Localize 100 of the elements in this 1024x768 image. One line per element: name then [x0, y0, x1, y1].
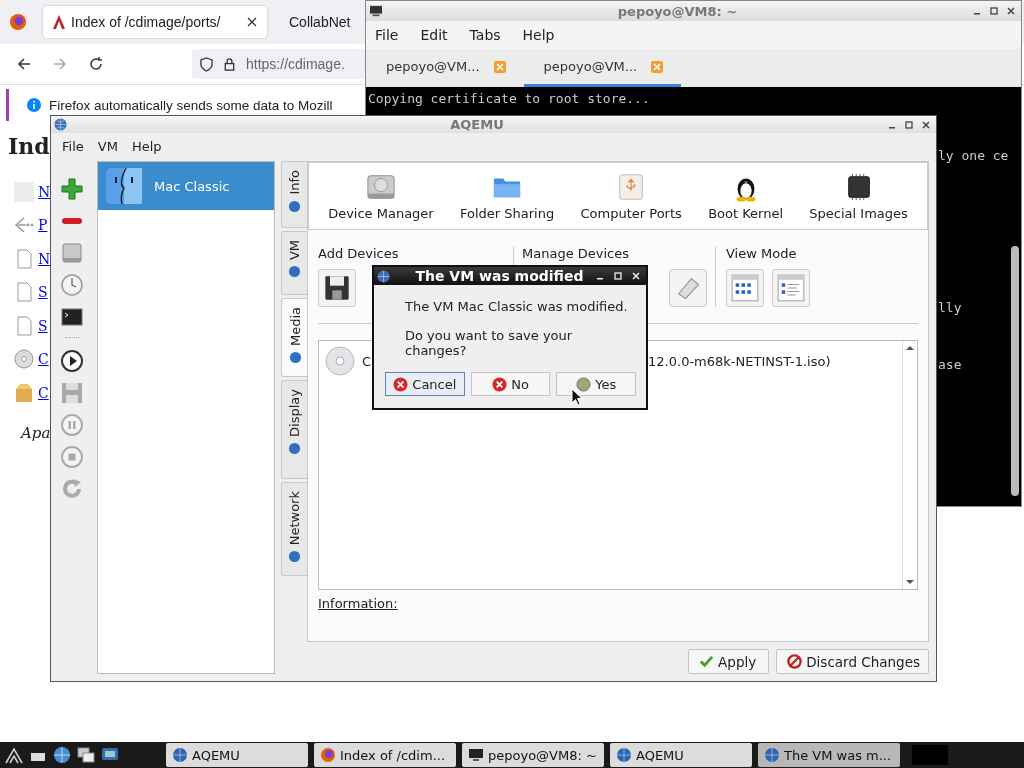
- menu-item[interactable]: File: [62, 138, 84, 154]
- shield-icon: [200, 56, 213, 72]
- section-button[interactable]: Special Images: [809, 171, 908, 221]
- side-tab[interactable]: VM: [281, 231, 307, 295]
- side-tab[interactable]: Info: [281, 161, 307, 228]
- no-button[interactable]: No: [470, 372, 551, 396]
- browser-tab[interactable]: Index of /cdimage/ports/: [43, 6, 267, 38]
- section-button[interactable]: Device Manager: [328, 171, 434, 221]
- globe-icon: [764, 747, 780, 763]
- vm-list-item[interactable]: Mac Classic: [98, 162, 274, 210]
- tray-area: [912, 745, 948, 765]
- file-link[interactable]: S: [38, 284, 48, 301]
- information-label: Information:: [318, 596, 398, 611]
- no-entry-icon: [787, 654, 803, 669]
- terminal-tab[interactable]: pepoyo@VM...: [366, 49, 524, 87]
- discard-button[interactable]: Discard Changes: [776, 649, 929, 674]
- group-label: View Mode: [726, 246, 798, 261]
- file-link[interactable]: N: [38, 250, 51, 267]
- menu-item[interactable]: Edit: [420, 27, 448, 43]
- terminal-output: Copying certificate to root store...: [368, 90, 651, 108]
- notification-text: Firefox automatically sends some data to Mozill: [49, 97, 333, 113]
- letter-a-logo-icon: [53, 15, 65, 29]
- device-name: 12.0.0-m68k-NETINST-1.iso): [648, 353, 831, 369]
- window-title: AQEMU: [449, 117, 505, 132]
- address-field[interactable]: https://cdimage.: [192, 49, 366, 79]
- terminal-output: ly one ce: [938, 147, 1009, 165]
- file-link[interactable]: N: [38, 183, 51, 200]
- maximize-icon[interactable]: [904, 119, 914, 130]
- back-icon[interactable]: [16, 56, 32, 72]
- tab-icon: [288, 441, 301, 455]
- package-icon: [14, 382, 34, 403]
- grid-view-icon: [731, 274, 759, 302]
- lock-icon: [223, 56, 236, 72]
- menu-item[interactable]: File: [375, 27, 399, 43]
- file-link[interactable]: C: [38, 351, 49, 368]
- reload-icon[interactable]: [88, 56, 104, 72]
- browser-tab[interactable]: CollabNet: [279, 6, 361, 38]
- taskbar-button[interactable]: AQEMU: [610, 743, 752, 767]
- icon-view-button[interactable]: [726, 269, 764, 307]
- side-tab[interactable]: Network: [281, 482, 307, 576]
- scroll-down-icon[interactable]: [905, 577, 915, 587]
- monitor-icon: [468, 747, 484, 763]
- globe-icon: [616, 747, 632, 763]
- file-link[interactable]: S: [38, 317, 48, 334]
- tab-icon: [288, 351, 302, 365]
- play-icon[interactable]: [60, 349, 84, 373]
- clock-icon[interactable]: [60, 273, 84, 297]
- menu-item[interactable]: Tabs: [469, 27, 501, 43]
- taskbar-button[interactable]: pepoyo@VM8: ~: [462, 743, 604, 767]
- circle-icon: [576, 376, 592, 392]
- firefox-icon[interactable]: [9, 13, 27, 31]
- dialog-title: The VM was modified: [414, 268, 585, 284]
- close-icon[interactable]: [1006, 6, 1016, 16]
- menu-item[interactable]: VM: [97, 138, 118, 154]
- tab-icon: [288, 265, 301, 279]
- document-icon: [14, 282, 34, 303]
- firefox-icon: [320, 747, 336, 763]
- maximize-icon[interactable]: [989, 6, 999, 16]
- add-floppy-button[interactable]: [318, 269, 356, 307]
- document-icon: [14, 248, 34, 269]
- globe-icon: [172, 747, 188, 763]
- windows-icon[interactable]: [76, 745, 96, 765]
- taskbar-button[interactable]: The VM was m...: [758, 743, 900, 767]
- scroll-up-icon[interactable]: [905, 343, 915, 353]
- floppy-icon: [323, 274, 351, 302]
- check-icon: [699, 654, 715, 669]
- yes-button[interactable]: Yes: [556, 372, 636, 396]
- mouse-cursor-icon: [571, 388, 583, 406]
- cancel-button[interactable]: Cancel: [385, 372, 465, 396]
- close-icon[interactable]: [247, 17, 257, 27]
- side-tab[interactable]: Display: [281, 380, 307, 479]
- section-button[interactable]: Computer Ports: [580, 171, 682, 221]
- start-menu-icon[interactable]: [4, 745, 24, 765]
- list-view-icon: [777, 274, 805, 302]
- file-link[interactable]: P: [38, 217, 48, 234]
- apply-button[interactable]: Apply: [688, 649, 770, 674]
- close-icon[interactable]: [921, 119, 931, 130]
- scrollbar-thumb[interactable]: [1011, 246, 1019, 496]
- section-button[interactable]: Boot Kernel: [708, 171, 784, 221]
- cross-circle-icon: [492, 376, 508, 392]
- cross-circle-icon: [393, 376, 409, 392]
- globe-icon: [54, 118, 67, 131]
- section-button[interactable]: Folder Sharing: [460, 171, 555, 221]
- plus-icon[interactable]: [60, 177, 84, 201]
- taskbar-button[interactable]: Index of /cdim...: [314, 743, 456, 767]
- menu-item[interactable]: Help: [131, 138, 162, 154]
- terminal-output: lly: [938, 299, 963, 317]
- list-view-button[interactable]: [772, 269, 810, 307]
- page-heading: Ind: [8, 133, 50, 159]
- dialog-question: Do you want to save your changes?: [405, 328, 574, 358]
- group-label: Add Devices: [318, 246, 400, 261]
- globe-icon: [377, 269, 390, 283]
- file-link[interactable]: C: [38, 384, 49, 401]
- side-tab[interactable]: Media: [281, 298, 308, 377]
- taskbar-button[interactable]: AQEMU: [166, 743, 308, 767]
- terminal-output: ase: [938, 356, 963, 374]
- globe-icon[interactable]: [52, 745, 72, 765]
- monitor-icon: [369, 5, 383, 17]
- terminal-icon[interactable]: [60, 305, 84, 329]
- menu-item[interactable]: Help: [522, 27, 555, 43]
